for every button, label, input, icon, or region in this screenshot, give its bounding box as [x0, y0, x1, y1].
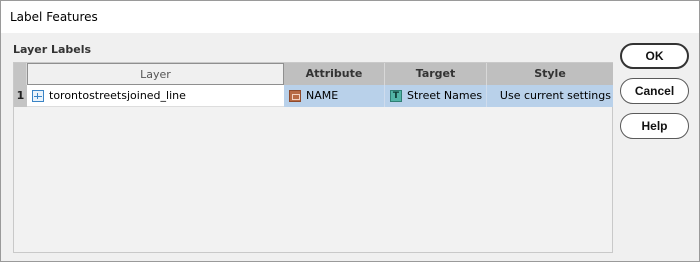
grid-corner-header: [14, 63, 27, 85]
text-target-icon: T: [390, 90, 402, 102]
group-label: Layer Labels: [13, 43, 92, 56]
cancel-button[interactable]: Cancel: [620, 78, 689, 104]
style-cell[interactable]: Use current settings: [487, 85, 613, 107]
line-layer-icon: [32, 90, 44, 102]
title-bar: Label Features: [1, 1, 699, 33]
column-header-style[interactable]: Style: [487, 63, 613, 85]
ok-button[interactable]: OK: [620, 43, 689, 69]
target-cell[interactable]: T Street Names: [385, 85, 487, 107]
column-header-layer[interactable]: Layer: [27, 63, 284, 85]
attribute-value: NAME: [306, 89, 339, 102]
column-header-target[interactable]: Target: [385, 63, 487, 85]
label-features-dialog: Label Features Layer Labels Layer Attrib…: [0, 0, 700, 262]
table-row[interactable]: 1 torontostreetsjoined_line NAME T Stree…: [14, 85, 613, 107]
layer-cell[interactable]: torontostreetsjoined_line: [27, 85, 284, 107]
layer-name: torontostreetsjoined_line: [49, 89, 186, 102]
row-number[interactable]: 1: [14, 85, 27, 107]
window-title: Label Features: [10, 10, 98, 24]
target-value: Street Names: [407, 89, 483, 102]
attribute-cell[interactable]: NAME: [284, 85, 385, 107]
attribute-icon: [289, 90, 301, 102]
help-button[interactable]: Help: [620, 113, 689, 139]
column-header-attribute[interactable]: Attribute: [284, 63, 385, 85]
style-value: Use current settings: [499, 89, 611, 102]
layer-labels-grid: Layer Attribute Target Style 1 torontost…: [13, 62, 613, 253]
